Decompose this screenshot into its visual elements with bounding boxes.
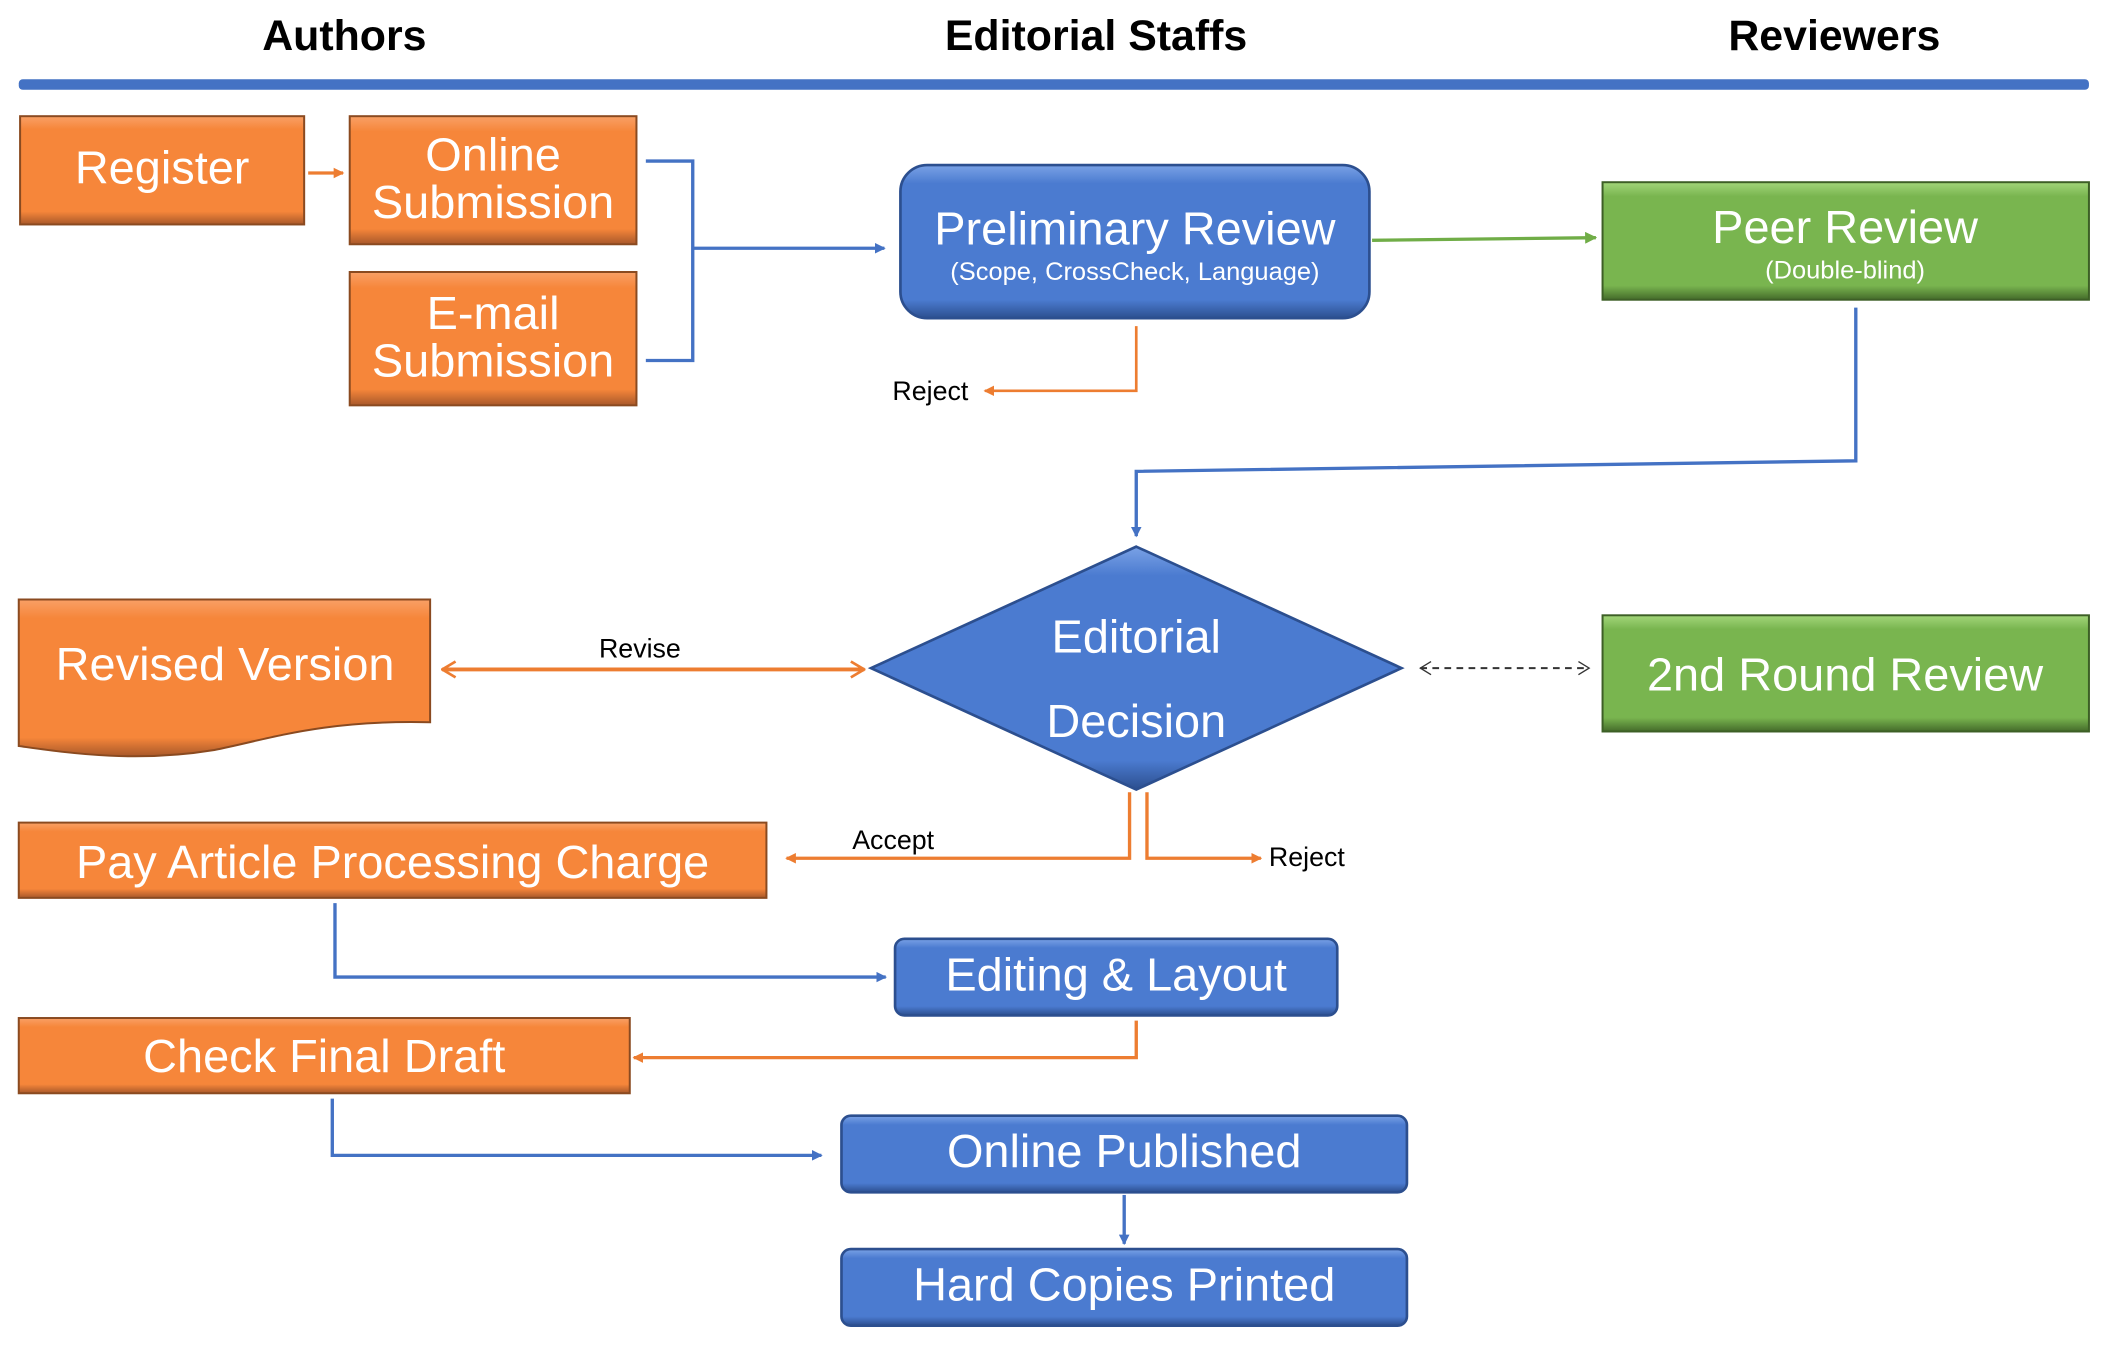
node-online-submission-line1: Online xyxy=(425,129,561,181)
node-online-submission-line2: Submission xyxy=(372,176,614,228)
node-editorial-decision-line1: Editorial xyxy=(1052,611,1221,663)
node-editing-layout[interactable]: Editing & Layout xyxy=(893,937,1339,1017)
node-second-round-review[interactable]: 2nd Round Review xyxy=(1601,614,2090,733)
node-peer-review[interactable]: Peer Review (Double-blind) xyxy=(1601,181,2090,301)
node-register-label: Register xyxy=(75,142,250,194)
node-email-submission-line1: E-mail xyxy=(427,287,560,339)
node-revised-version-label: Revised Version xyxy=(56,638,395,690)
node-editing-layout-label: Editing & Layout xyxy=(945,949,1287,1001)
node-peer-review-subtitle: (Double-blind) xyxy=(1765,257,1925,285)
node-second-round-review-label: 2nd Round Review xyxy=(1647,649,2044,701)
edge-decision-reject xyxy=(1145,792,1263,864)
node-email-submission[interactable]: E-mail Submission xyxy=(348,271,638,407)
node-pay-apc[interactable]: Pay Article Processing Charge xyxy=(17,821,768,899)
label-accept: Accept xyxy=(852,825,935,855)
node-preliminary-review-title: Preliminary Review xyxy=(934,203,1336,255)
edge-accept xyxy=(785,792,1132,864)
edge-preliminary-to-peer xyxy=(1372,231,1598,244)
node-editorial-decision-line2: Decision xyxy=(1046,695,1226,747)
publication-workflow-diagram: Authors Editorial Staffs Reviewers Rejec… xyxy=(17,12,2090,1327)
node-online-published-label: Online Published xyxy=(947,1126,1301,1178)
label-revise: Revise xyxy=(599,634,681,664)
edge-check-to-online-published xyxy=(330,1098,823,1161)
node-register[interactable]: Register xyxy=(19,115,306,226)
header-divider xyxy=(18,79,2089,90)
node-preliminary-review-subtitle: (Scope, CrossCheck, Language) xyxy=(950,258,1319,286)
lane-title-reviewers: Reviewers xyxy=(1728,12,1940,60)
node-online-published[interactable]: Online Published xyxy=(840,1114,1409,1194)
node-peer-review-title: Peer Review xyxy=(1712,201,1978,253)
edge-submission-bracket xyxy=(645,159,695,363)
edge-editing-to-check xyxy=(632,1020,1138,1063)
edge-preliminary-reject xyxy=(983,326,1138,397)
lane-title-editorial-staffs: Editorial Staffs xyxy=(945,12,1247,60)
node-hard-copies-printed-label: Hard Copies Printed xyxy=(913,1259,1335,1311)
edge-pay-to-editing xyxy=(333,903,888,983)
node-check-final-draft-label: Check Final Draft xyxy=(143,1030,505,1082)
node-online-submission[interactable]: Online Submission xyxy=(348,115,638,246)
node-revised-version[interactable]: Revised Version xyxy=(17,598,432,758)
lane-title-authors: Authors xyxy=(262,12,426,60)
node-check-final-draft[interactable]: Check Final Draft xyxy=(17,1017,631,1095)
node-editorial-decision[interactable]: Editorial Decision xyxy=(867,545,1405,792)
edge-peer-to-decision xyxy=(1130,307,1858,538)
node-pay-apc-label: Pay Article Processing Charge xyxy=(76,836,709,888)
label-reject-decision: Reject xyxy=(1269,842,1346,872)
node-hard-copies-printed[interactable]: Hard Copies Printed xyxy=(840,1247,1409,1327)
label-reject-preliminary: Reject xyxy=(892,376,969,406)
node-preliminary-review[interactable]: Preliminary Review (Scope, CrossCheck, L… xyxy=(899,163,1371,320)
node-email-submission-line2: Submission xyxy=(372,335,614,387)
